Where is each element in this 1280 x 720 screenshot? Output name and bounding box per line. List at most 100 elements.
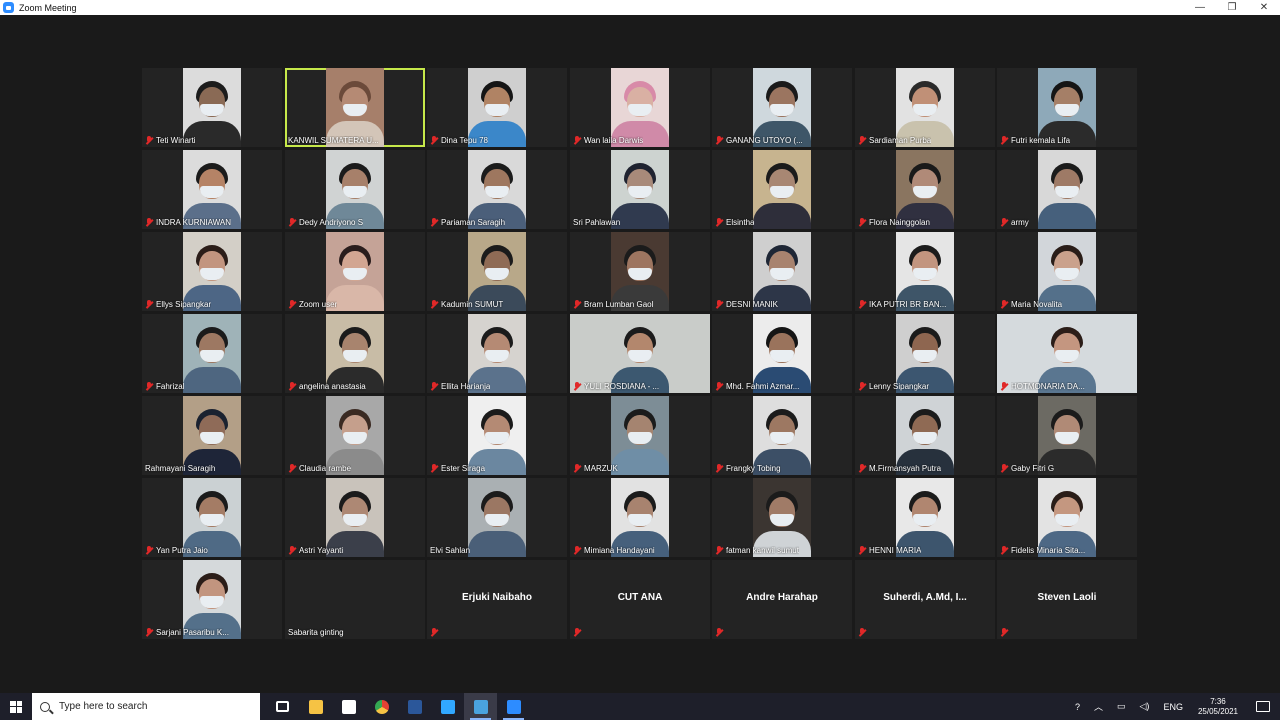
taskbar-app-button[interactable]: [266, 693, 299, 720]
participant-namebar: Elvi Sahlan: [430, 546, 470, 555]
participant-name: Bram Lumban Gaol: [584, 300, 654, 309]
participant-tile[interactable]: angelina anastasia: [285, 314, 425, 393]
mic-muted-icon: [715, 136, 723, 145]
participant-namebar: KANWIL SUMATERA U...: [288, 136, 379, 145]
notifications-icon[interactable]: [1256, 701, 1270, 712]
participant-tile[interactable]: Gaby Fitri G: [997, 396, 1137, 475]
participant-namebar: Zoom user: [288, 300, 337, 309]
minimize-button[interactable]: —: [1184, 0, 1216, 15]
participant-tile[interactable]: YULI ROSDIANA - ...: [570, 314, 710, 393]
participant-tile[interactable]: Teti Winarti: [142, 68, 282, 147]
participant-tile[interactable]: CUT ANA: [570, 560, 710, 639]
participant-tile[interactable]: army: [997, 150, 1137, 229]
taskbar-app-button[interactable]: [431, 693, 464, 720]
mic-muted-icon: [145, 546, 153, 555]
participant-tile[interactable]: Steven Laoli: [997, 560, 1137, 639]
maximize-button[interactable]: ❐: [1216, 0, 1248, 15]
participant-tile[interactable]: Lenny Sipangkar: [855, 314, 995, 393]
participant-tile[interactable]: Sardiaman Purba: [855, 68, 995, 147]
participant-tile[interactable]: Sarjani Pasaribu K...: [142, 560, 282, 639]
participant-tile[interactable]: Yan Putra Jaio: [142, 478, 282, 557]
participant-tile[interactable]: M.Firmansyah Putra: [855, 396, 995, 475]
participant-tile[interactable]: KANWIL SUMATERA U...: [285, 68, 425, 147]
participant-tile[interactable]: Kadumin SUMUT: [427, 232, 567, 311]
taskbar-app-button[interactable]: [398, 693, 431, 720]
participant-tile[interactable]: Sri Pahlawan: [570, 150, 710, 229]
participant-name: HOTMONARIA DA...: [1011, 382, 1085, 391]
participant-tile[interactable]: MARZUK: [570, 396, 710, 475]
taskbar-app-button[interactable]: [464, 693, 497, 720]
taskbar-app-button[interactable]: [365, 693, 398, 720]
participant-tile[interactable]: Dina Tepu 78: [427, 68, 567, 147]
participant-namebar: Sri Pahlawan: [573, 218, 620, 227]
participant-tile[interactable]: Rahmayani Saragih: [142, 396, 282, 475]
participant-tile[interactable]: Sabarita ginting: [285, 560, 425, 639]
participant-name: GANANG UTOYO (...: [726, 136, 803, 145]
photoshop-icon: [440, 699, 455, 714]
language-indicator[interactable]: ENG: [1163, 702, 1183, 712]
participant-tile[interactable]: Astri Yayanti: [285, 478, 425, 557]
windows-logo-icon: [10, 700, 22, 713]
participant-tile[interactable]: HENNI MARIA: [855, 478, 995, 557]
participant-display-name: Steven Laoli: [1037, 592, 1097, 603]
participant-tile[interactable]: Flora Nainggolan: [855, 150, 995, 229]
mic-muted-icon: [430, 464, 438, 473]
participant-tile[interactable]: Fidelis Minaria Sita...: [997, 478, 1137, 557]
participant-tile[interactable]: INDRA KURNIAWAN: [142, 150, 282, 229]
mic-muted-icon: [858, 546, 866, 555]
participant-tile[interactable]: Mhd. Fahmi Azmar...: [712, 314, 852, 393]
participant-tile[interactable]: Ellita Harianja: [427, 314, 567, 393]
participant-namebar: Frangky Tobing: [715, 464, 781, 473]
taskbar-search-box[interactable]: Type here to search: [32, 693, 260, 720]
mic-muted-icon: [715, 382, 723, 391]
participant-name: MARZUK: [584, 464, 618, 473]
participant-tile[interactable]: Elsintha: [712, 150, 852, 229]
participant-tile[interactable]: Claudia rambe: [285, 396, 425, 475]
close-button[interactable]: ✕: [1248, 0, 1280, 15]
participant-namebar: Futri kemala Lifa: [1000, 136, 1070, 145]
participant-tile[interactable]: Elvi Sahlan: [427, 478, 567, 557]
taskbar-apps: [266, 693, 530, 720]
participant-tile[interactable]: Suherdi, A.Md, I...: [855, 560, 995, 639]
mic-muted-icon: [858, 300, 866, 309]
participant-tile[interactable]: Dedy Andriyono S: [285, 150, 425, 229]
show-hidden-icons-icon[interactable]: ︿: [1094, 700, 1103, 713]
participant-name: IKA PUTRI BR BAN...: [869, 300, 947, 309]
mic-muted-icon: [858, 218, 866, 227]
participant-tile[interactable]: Maria Novalita: [997, 232, 1137, 311]
participant-tile[interactable]: Ellys Sipangkar: [142, 232, 282, 311]
participant-name: Sabarita ginting: [288, 628, 344, 637]
participant-tile[interactable]: Fahrizal: [142, 314, 282, 393]
participant-name: Sri Pahlawan: [573, 218, 621, 227]
participant-tile[interactable]: Bram Lumban Gaol: [570, 232, 710, 311]
participant-namebar: Rahmayani Saragih: [145, 464, 215, 473]
start-button[interactable]: [0, 693, 32, 720]
taskbar-app-button[interactable]: [497, 693, 530, 720]
participant-tile[interactable]: HOTMONARIA DA...: [997, 314, 1137, 393]
participant-tile[interactable]: Mimiana Handayani: [570, 478, 710, 557]
taskbar-clock[interactable]: 7:36 25/05/2021: [1198, 697, 1238, 717]
mic-muted-icon: [288, 464, 296, 473]
participant-tile[interactable]: Futri kemala Lifa: [997, 68, 1137, 147]
network-icon[interactable]: ▭: [1117, 701, 1126, 712]
participant-tile[interactable]: IKA PUTRI BR BAN...: [855, 232, 995, 311]
participant-tile[interactable]: Zoom user: [285, 232, 425, 311]
participant-namebar: Ellita Harianja: [430, 382, 490, 391]
participant-tile[interactable]: Andre Harahap: [712, 560, 852, 639]
participant-tile[interactable]: GANANG UTOYO (...: [712, 68, 852, 147]
participant-tile[interactable]: fatman kanwil sumut: [712, 478, 852, 557]
participant-tile[interactable]: Frangky Tobing: [712, 396, 852, 475]
participant-namebar: Kadumin SUMUT: [430, 300, 503, 309]
participant-tile[interactable]: Pariaman Saragih: [427, 150, 567, 229]
participant-tile[interactable]: Ester Siraga: [427, 396, 567, 475]
participant-tile[interactable]: Wan laila Darwis: [570, 68, 710, 147]
participant-tile[interactable]: Erjuki Naibaho: [427, 560, 567, 639]
taskbar-app-button[interactable]: [332, 693, 365, 720]
participant-namebar: Fidelis Minaria Sita...: [1000, 546, 1085, 555]
mic-muted-icon: [1000, 546, 1008, 555]
taskbar-app-button[interactable]: [299, 693, 332, 720]
participant-tile[interactable]: DESNI MANIK: [712, 232, 852, 311]
window-title: Zoom Meeting: [19, 2, 77, 13]
help-icon[interactable]: ?: [1075, 702, 1080, 712]
volume-icon[interactable]: ◁): [1140, 701, 1150, 712]
